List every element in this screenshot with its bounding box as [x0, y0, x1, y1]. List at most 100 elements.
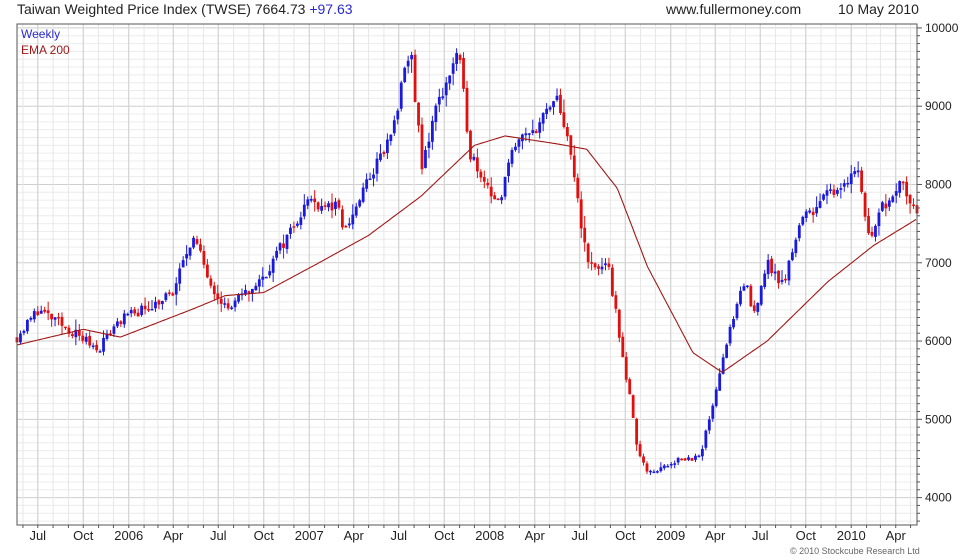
candle-body	[514, 146, 517, 151]
candle-body	[815, 207, 819, 214]
x-tick-label: Apr	[705, 528, 726, 543]
candle-body	[597, 266, 600, 269]
candle-body	[628, 379, 632, 395]
candle-body	[898, 181, 902, 193]
candle-body	[212, 285, 216, 295]
candle-body	[368, 178, 372, 181]
candle-body	[399, 82, 403, 109]
candle-body	[434, 105, 438, 123]
candle-body	[853, 171, 857, 175]
candle-body	[797, 225, 801, 239]
candle-body	[700, 448, 704, 457]
candle-body	[482, 177, 486, 182]
candle-body	[825, 190, 829, 196]
candle-body	[320, 206, 324, 211]
candle-body	[794, 239, 798, 254]
candle-body	[808, 210, 812, 213]
candle-body	[295, 223, 299, 226]
candle-body	[268, 271, 272, 276]
candle-body	[403, 67, 407, 82]
x-tick-label: Jul	[210, 528, 227, 543]
candle-body	[811, 211, 815, 216]
candle-body	[306, 199, 310, 206]
candle-body	[777, 270, 780, 284]
candle-body	[282, 243, 285, 248]
candle-body	[417, 102, 420, 126]
candle-body	[531, 130, 535, 134]
candle-body	[576, 177, 580, 199]
candle-body	[420, 124, 424, 170]
candle-body	[264, 276, 268, 279]
x-tick-label: Jul	[571, 528, 588, 543]
legend-weekly: Weekly	[21, 27, 60, 41]
candle-body	[545, 108, 549, 115]
candle-body	[472, 156, 476, 160]
candle-body	[600, 266, 604, 270]
x-tick-label: Apr	[886, 528, 907, 543]
candle-body	[745, 285, 749, 288]
candle-body	[102, 337, 105, 352]
candle-body	[804, 211, 808, 218]
candle-body	[496, 198, 500, 201]
y-tick-label: 8000	[925, 177, 952, 191]
legend-ema: EMA 200	[21, 43, 70, 57]
candle-body	[520, 134, 524, 142]
candle-body	[548, 107, 552, 110]
candle-body	[763, 273, 767, 288]
candle-body	[676, 458, 680, 463]
x-tick-label: 2007	[295, 528, 324, 543]
candle-body	[330, 202, 334, 211]
candle-body	[690, 458, 694, 461]
candle-body	[621, 336, 625, 358]
y-tick-label: 5000	[925, 412, 952, 426]
x-tick-label: Apr	[344, 528, 365, 543]
candle-body	[316, 202, 320, 210]
candle-body	[652, 471, 656, 474]
x-axis: Jul Oct 2006 Apr Jul Oct 2007 Apr Jul Oct 2008 Apr J…	[22, 525, 912, 543]
candle-body	[441, 96, 445, 99]
candle-body	[81, 335, 85, 341]
candle-body	[538, 122, 542, 133]
candle-body	[115, 321, 119, 327]
candle-body	[271, 258, 275, 273]
candle-body	[347, 223, 351, 226]
candle-body	[327, 203, 330, 208]
candle-body	[88, 335, 92, 346]
candle-body	[112, 326, 116, 334]
candle-body	[216, 293, 220, 299]
candle-body	[704, 430, 708, 448]
candle-body	[22, 330, 26, 333]
candle-body	[302, 204, 306, 217]
candle-body	[635, 418, 639, 445]
candle-body	[95, 344, 99, 351]
candle-body	[178, 268, 182, 284]
x-tick-label: 2006	[114, 528, 143, 543]
candle-body	[846, 182, 850, 185]
candle-body	[70, 334, 74, 337]
candle-body	[392, 120, 396, 134]
candle-body	[451, 63, 455, 74]
candle-body	[275, 250, 279, 258]
candle-body	[638, 444, 642, 457]
candle-body	[707, 419, 711, 431]
x-tick-label: Oct	[254, 528, 275, 543]
candle-body	[832, 189, 836, 195]
candle-body	[593, 263, 597, 268]
candle-body	[887, 200, 891, 207]
candle-body	[905, 181, 909, 197]
candle-body	[396, 110, 400, 120]
x-tick-label: Apr	[163, 528, 184, 543]
candle-body	[147, 309, 150, 311]
candle-body	[829, 189, 832, 191]
candle-body	[842, 183, 846, 187]
candle-body	[714, 389, 718, 406]
candle-body	[801, 216, 805, 225]
candle-body	[122, 313, 126, 325]
candle-body	[136, 312, 140, 317]
candle-body	[604, 263, 607, 266]
candle-body	[91, 345, 95, 348]
candle-body	[874, 225, 877, 237]
candle-body	[503, 176, 507, 197]
candle-body	[552, 101, 555, 108]
candle-body	[510, 150, 514, 164]
